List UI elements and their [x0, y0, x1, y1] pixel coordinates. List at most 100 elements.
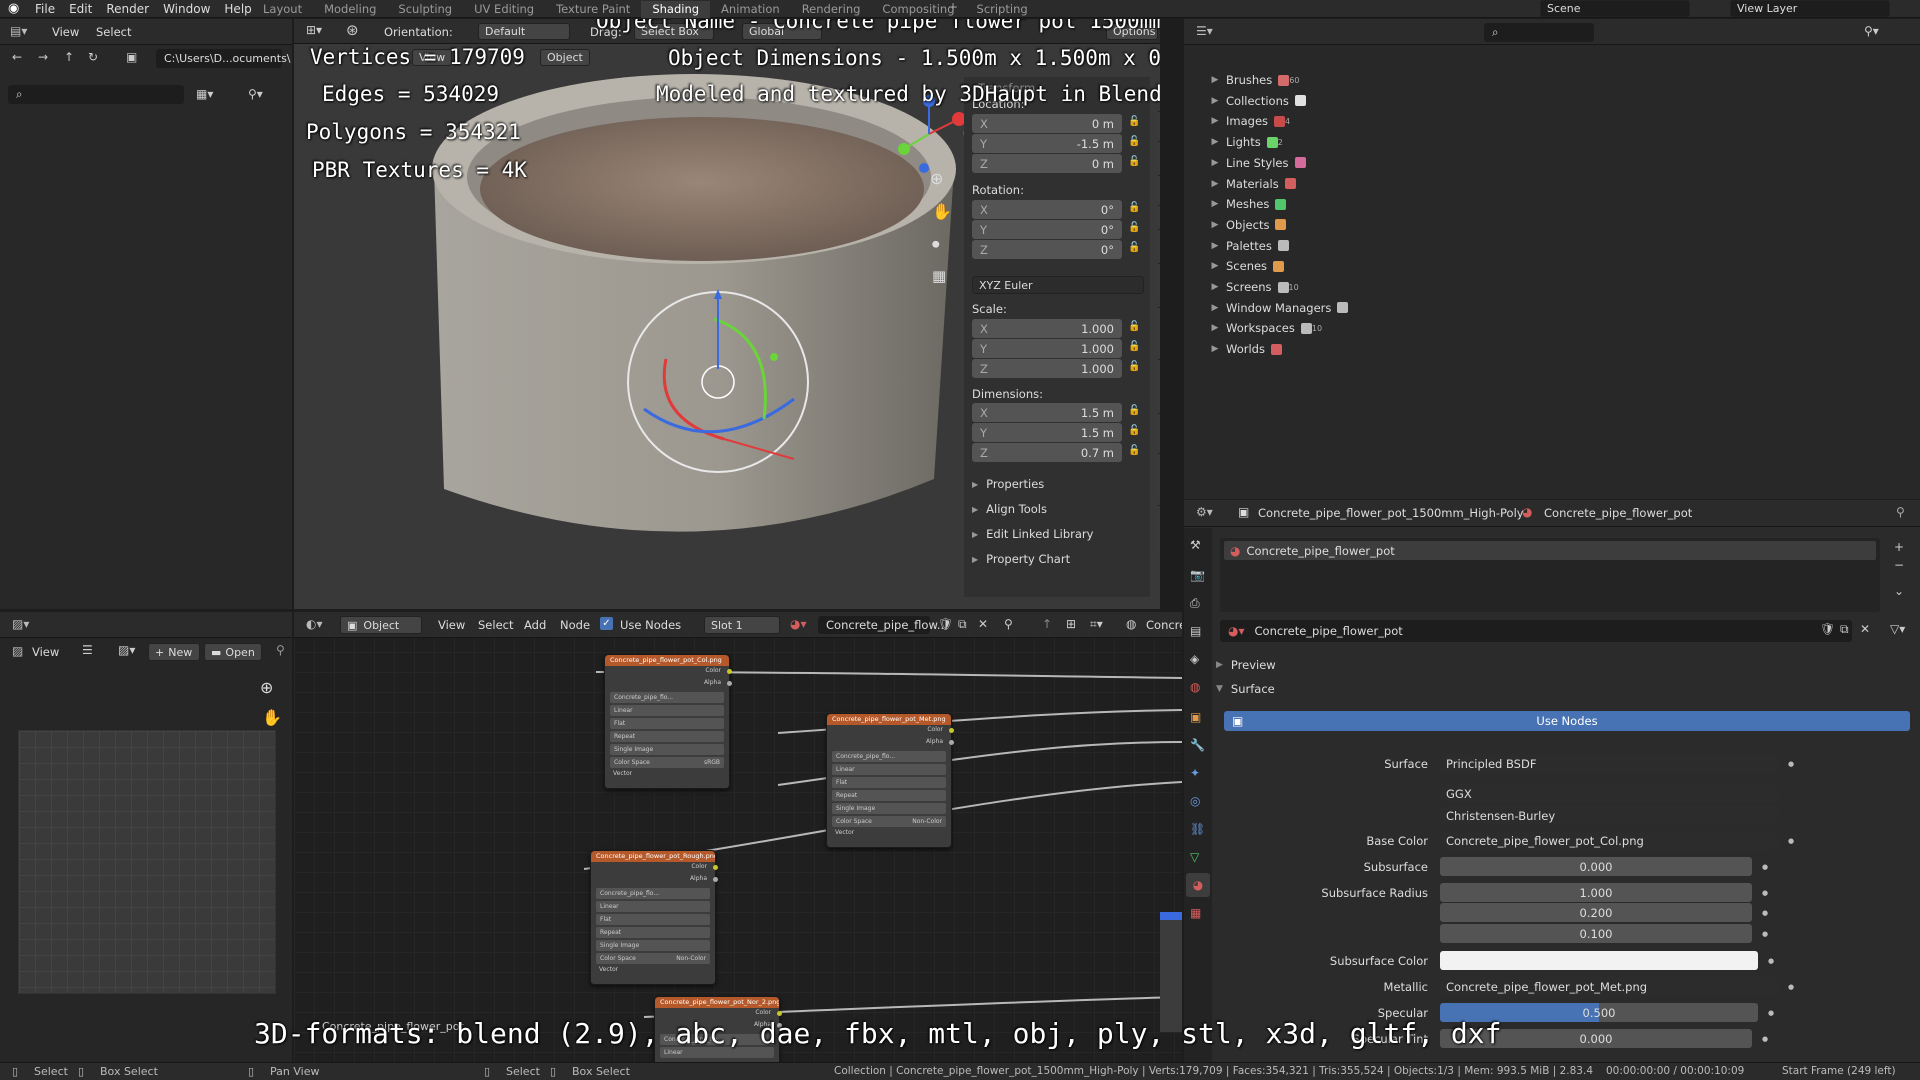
lock-icon[interactable]: 🔓	[1128, 321, 1140, 332]
node-setting[interactable]: Linear	[596, 901, 710, 912]
sidebar-tab-10[interactable]: Real Sno	[1158, 505, 1160, 555]
tab-sculpting[interactable]: Sculpting	[387, 1, 463, 18]
tab-rendering[interactable]: Rendering	[791, 1, 872, 18]
tool-tab-icon[interactable]: ⚒	[1190, 538, 1201, 552]
sidebar-tab-4[interactable]: Edi	[1158, 229, 1160, 259]
sidebar-tab-3[interactable]: V	[1158, 205, 1160, 225]
zoom-icon[interactable]: ⊕	[930, 169, 943, 188]
prop-field[interactable]: Concrete_pipe_flower_pot_Met.png	[1440, 977, 1778, 996]
node-setting[interactable]: Repeat	[596, 927, 710, 938]
lock-icon[interactable]: 🔓	[1128, 116, 1140, 127]
output-socket[interactable]	[713, 877, 718, 882]
render-tab-icon[interactable]: 📷	[1190, 568, 1205, 582]
new-image-button[interactable]: + New	[148, 643, 200, 661]
outliner-item-worlds[interactable]: ▶ Worlds	[1204, 340, 1282, 358]
loc-z-field[interactable]: Z 0 m	[972, 154, 1122, 173]
expand-icon[interactable]: ▶	[1204, 158, 1226, 168]
rotation-mode-dropdown[interactable]: XYZ Euler	[972, 276, 1144, 294]
tab-animation[interactable]: Animation	[710, 1, 791, 18]
constraints-tab-icon[interactable]: ⛓	[1190, 822, 1205, 836]
sidebar-tab-0[interactable]: Too	[1158, 111, 1160, 137]
lock-icon[interactable]: 🔓	[1128, 405, 1140, 416]
ortho-grid-icon[interactable]: ▦	[932, 267, 946, 285]
prop-field[interactable]: Principled BSDF	[1440, 754, 1778, 773]
sidebar-tab-7[interactable]: 3D-Coa	[1158, 359, 1160, 409]
sidebar-tab-9[interactable]: 3D-Prin	[1158, 453, 1160, 501]
add-slot-icon[interactable]: +	[1894, 540, 1904, 554]
outliner-search-input[interactable]: ⌕	[1484, 23, 1594, 42]
prop-field[interactable]	[1440, 951, 1758, 970]
keyframe-dot-icon[interactable]: ●	[1762, 909, 1768, 917]
image-canvas[interactable]	[18, 730, 276, 994]
preview-section[interactable]: ▶ Preview	[1216, 658, 1276, 672]
outliner-item-screens[interactable]: ▶ Screens 10	[1204, 278, 1299, 296]
node-setting[interactable]: Single Image	[610, 744, 724, 755]
physics-tab-icon[interactable]: ◎	[1190, 794, 1200, 808]
keyframe-dot-icon[interactable]: ●	[1788, 760, 1794, 768]
image-editor-mode-icon[interactable]: ▨	[12, 644, 23, 658]
lock-icon[interactable]: 🔓	[1128, 222, 1140, 233]
node-colorspace[interactable]: Color Space Non-Color	[832, 816, 946, 827]
section-properties[interactable]: ▶ Properties	[972, 477, 1044, 491]
outliner-item-materials[interactable]: ▶ Materials	[1204, 175, 1296, 193]
image-editor-type-icon[interactable]: ▨▾	[12, 617, 29, 631]
rot-x-field[interactable]: X 0°	[972, 200, 1122, 219]
fake-user-icon[interactable]: 🛡	[1820, 622, 1835, 636]
slot-specials-icon[interactable]: ⌄	[1894, 584, 1904, 598]
output-socket[interactable]	[949, 728, 954, 733]
keyframe-dot-icon[interactable]: ●	[1788, 983, 1794, 991]
fb-search-input[interactable]: ⌕	[8, 85, 184, 104]
node-setting[interactable]: Flat	[596, 914, 710, 925]
sidebar-tab-5[interactable]: Creat	[1158, 263, 1160, 303]
expand-icon[interactable]: ▶	[1204, 116, 1226, 126]
scl-y-field[interactable]: Y 1.000	[972, 339, 1122, 358]
modifier-tab-icon[interactable]: 🔧	[1190, 738, 1205, 752]
node-setting[interactable]: Single Image	[832, 803, 946, 814]
scl-x-field[interactable]: X 1.000	[972, 319, 1122, 338]
tab-texture-paint[interactable]: Texture Paint	[545, 1, 641, 18]
material-datablock[interactable]: ◕▾ Concrete_pipe_flower_pot	[1220, 620, 1852, 642]
dim-y-field[interactable]: Y 1.5 m	[972, 423, 1122, 442]
outliner-item-meshes[interactable]: ▶ Meshes	[1204, 195, 1287, 213]
outliner-item-images[interactable]: ▶ Images 4	[1204, 112, 1291, 130]
surface-section[interactable]: ▼ Surface	[1216, 682, 1275, 696]
new-folder-icon[interactable]: ▣	[126, 50, 137, 64]
bsdf-node-edge[interactable]	[1160, 912, 1182, 1032]
expand-icon[interactable]: ▶	[1204, 75, 1226, 85]
expand-icon[interactable]: ▶	[1204, 137, 1226, 147]
outliner-item-line-styles[interactable]: ▶ Line Styles	[1204, 154, 1306, 172]
node-editor[interactable]: ◐▾ ▣ Object View Select Add Node ✓ Use No…	[294, 612, 1182, 1062]
lock-icon[interactable]: 🔓	[1128, 156, 1140, 167]
back-icon[interactable]: ←	[12, 50, 22, 64]
expand-icon[interactable]: ▶	[1204, 96, 1226, 106]
expand-icon[interactable]: ▶	[1204, 199, 1226, 209]
view-layer-tab-icon[interactable]: ▤	[1190, 624, 1201, 638]
display-mode-icon[interactable]: ▦▾	[196, 87, 213, 101]
prop-field[interactable]: Concrete_pipe_flower_pot_Col.png	[1440, 831, 1778, 850]
prop-field[interactable]: 1.000	[1440, 883, 1752, 902]
browse-node-tree-icon[interactable]: ▽▾	[1890, 622, 1905, 636]
menu-window[interactable]: Window	[156, 1, 217, 17]
output-socket[interactable]	[949, 740, 954, 745]
editor-type-icon[interactable]: ▤▾	[10, 24, 27, 38]
rot-y-field[interactable]: Y 0°	[972, 220, 1122, 239]
path-field[interactable]: C:\Users\D...ocuments\	[156, 49, 291, 68]
tab-layout[interactable]: Layout	[252, 1, 313, 18]
lock-icon[interactable]: 🔓	[1128, 202, 1140, 213]
expand-icon[interactable]: ▶	[1204, 220, 1226, 230]
expand-icon[interactable]: ▶	[1204, 282, 1226, 292]
prop-field[interactable]: 0.000	[1440, 857, 1752, 876]
node-setting[interactable]: Linear	[610, 705, 724, 716]
filter-icon[interactable]: ⚲▾	[248, 87, 263, 101]
outliner-item-palettes[interactable]: ▶ Palettes	[1204, 237, 1289, 255]
prop-field[interactable]: GGX	[1440, 784, 1778, 803]
outliner-item-workspaces[interactable]: ▶ Workspaces 10	[1204, 319, 1323, 337]
node-setting[interactable]: Concrete_pipe_flo...	[610, 692, 724, 703]
prop-field[interactable]: 0.200	[1440, 903, 1752, 922]
keyframe-dot-icon[interactable]: ●	[1762, 863, 1768, 871]
parent-dir-icon[interactable]: ↑	[64, 50, 74, 64]
expand-icon[interactable]: ▶	[1204, 344, 1226, 354]
outliner-item-scenes[interactable]: ▶ Scenes	[1204, 257, 1285, 275]
keyframe-dot-icon[interactable]: ●	[1762, 889, 1768, 897]
node-setting[interactable]: Concrete_pipe_flo...	[596, 888, 710, 899]
